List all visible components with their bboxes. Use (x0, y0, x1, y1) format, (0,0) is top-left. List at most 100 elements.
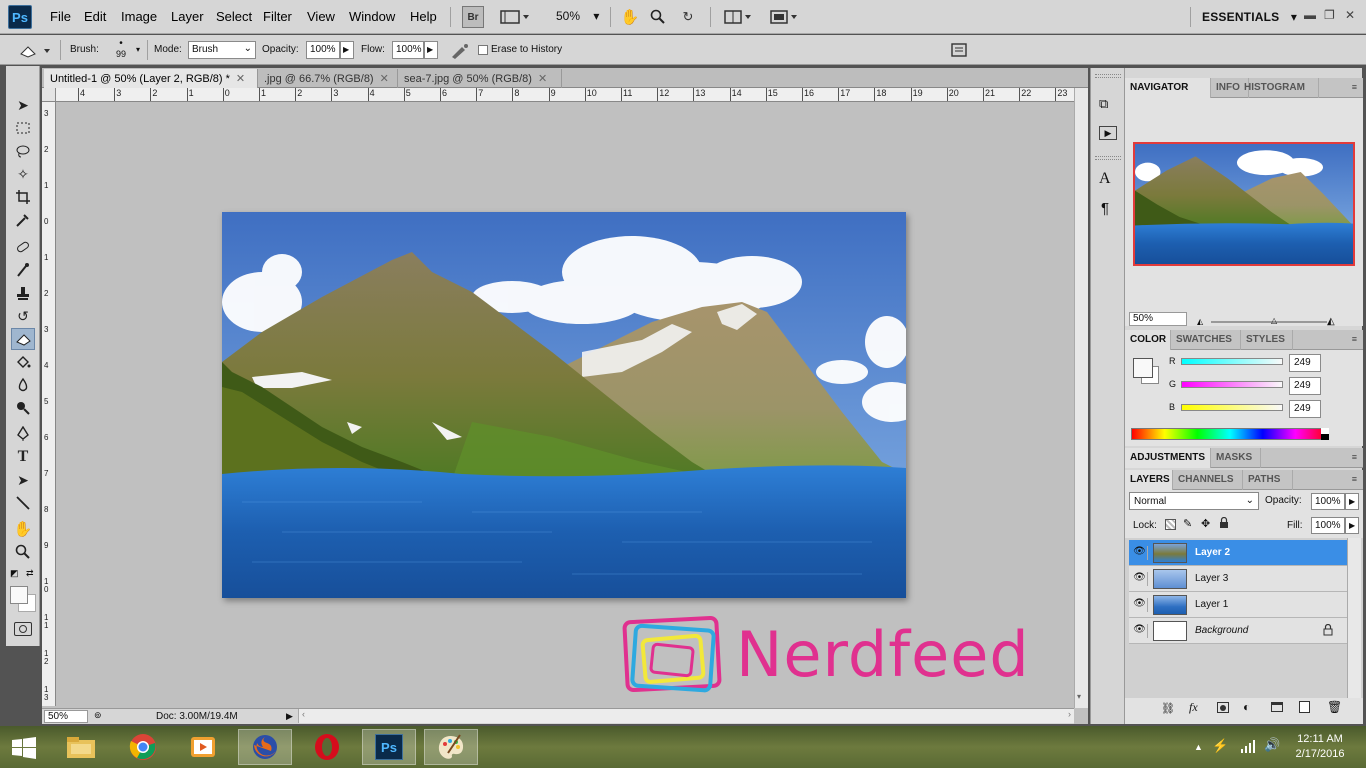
b-slider[interactable] (1181, 404, 1283, 411)
taskbar-firefox[interactable] (238, 729, 292, 765)
zoom-tool-button[interactable] (648, 6, 668, 28)
link-layers-icon[interactable]: ⛓ (1161, 702, 1175, 715)
color-spectrum-ramp[interactable] (1131, 428, 1329, 440)
blend-mode-select[interactable]: Normal ⌄ (1129, 492, 1259, 510)
tablet-pressure-button[interactable] (950, 42, 968, 61)
g-slider[interactable] (1181, 381, 1283, 388)
g-value-field[interactable]: 249 (1289, 377, 1321, 395)
erase-to-history-checkbox[interactable] (478, 45, 488, 55)
layer-row-background[interactable]: 👁 Background (1129, 618, 1347, 644)
add-mask-icon[interactable] (1217, 702, 1229, 713)
show-hidden-icons[interactable]: ▲ (1194, 742, 1203, 752)
lasso-tool[interactable] (11, 140, 35, 162)
r-slider[interactable] (1181, 358, 1283, 365)
rotate-view-button[interactable]: ↻ (678, 6, 698, 28)
status-zoom[interactable]: 50% (44, 710, 88, 723)
tab-swatches[interactable]: SWATCHES (1171, 330, 1241, 350)
visibility-eye-icon[interactable]: 👁 (1132, 546, 1148, 560)
swap-colors-icon[interactable]: ⇄ (26, 568, 34, 579)
healing-brush-tool[interactable] (11, 236, 35, 258)
panel-menu-icon[interactable]: ≡ (1352, 82, 1357, 92)
system-clock[interactable]: 12:11 AM 2/17/2016 (1288, 733, 1352, 760)
brush-tool[interactable] (11, 259, 35, 281)
flow-field[interactable]: 100% (392, 41, 424, 59)
layer-opacity-slider-toggle[interactable]: ▶ (1345, 493, 1359, 510)
crop-tool[interactable] (11, 186, 35, 208)
start-button[interactable] (10, 736, 38, 763)
screen-mode-button[interactable] (768, 6, 802, 28)
canvas-image[interactable] (222, 212, 906, 598)
tab-styles[interactable]: STYLES (1241, 330, 1293, 350)
paint-bucket-tool[interactable] (11, 351, 35, 373)
close-button[interactable]: ✕ (1345, 8, 1355, 22)
zoom-out-icon[interactable]: ◭ (1197, 317, 1203, 326)
foreground-color-swatch[interactable] (10, 586, 28, 604)
menu-view[interactable]: View (307, 9, 335, 24)
b-value-field[interactable]: 249 (1289, 400, 1321, 418)
scroll-down-icon[interactable]: ▾ (1077, 692, 1081, 701)
black-swatch[interactable] (1321, 434, 1329, 440)
airbrush-button[interactable] (450, 43, 470, 62)
tab-navigator[interactable]: NAVIGATOR (1125, 78, 1211, 98)
dock-grip[interactable] (1095, 156, 1121, 160)
taskbar-chrome[interactable] (116, 729, 170, 765)
tab-sea-7[interactable]: sea-7.jpg @ 50% (RGB/8) ✕ (398, 69, 562, 88)
layers-scrollbar[interactable] (1347, 538, 1361, 698)
path-selection-tool[interactable]: ➤ (11, 469, 35, 491)
layer-row-layer-1[interactable]: 👁 Layer 1 (1129, 592, 1347, 618)
lock-transparent-pixels-icon[interactable] (1165, 519, 1176, 530)
scroll-right-icon[interactable]: › (1068, 709, 1071, 719)
pen-tool[interactable] (11, 423, 35, 445)
tab-masks[interactable]: MASKS (1211, 448, 1261, 468)
close-icon[interactable]: ✕ (236, 73, 245, 85)
layer-row-layer-2[interactable]: 👁 Layer 2 (1129, 540, 1347, 566)
dock-grip[interactable] (1095, 74, 1121, 78)
workspace-switcher[interactable]: ESSENTIALS ▾ (1202, 10, 1297, 24)
quick-mask-button[interactable] (14, 622, 32, 636)
layer-style-fx-icon[interactable]: fx (1189, 700, 1198, 715)
taskbar-opera[interactable] (300, 729, 354, 765)
fill-field[interactable]: 100% (1311, 517, 1345, 534)
taskbar-media-player[interactable] (176, 729, 230, 765)
foreground-color-swatch[interactable] (1133, 358, 1153, 378)
taskbar-photoshop[interactable]: Ps (362, 729, 416, 765)
adjustment-layer-icon[interactable]: ◐ (1243, 700, 1250, 714)
history-brush-tool[interactable]: ↺ (11, 305, 35, 327)
taskbar-paint[interactable] (424, 729, 478, 765)
trash-icon[interactable]: 🗑 (1327, 700, 1342, 714)
tab-paths[interactable]: PATHS (1243, 470, 1293, 490)
layer-row-layer-3[interactable]: 👁 Layer 3 (1129, 566, 1347, 592)
power-icon[interactable]: ⚡ (1212, 738, 1228, 754)
volume-icon[interactable]: 🔊 (1264, 737, 1280, 753)
close-icon[interactable]: ✕ (538, 73, 547, 85)
type-tool[interactable]: T (11, 446, 35, 468)
opacity-field[interactable]: 100% (306, 41, 340, 59)
zoom-tool[interactable] (11, 541, 35, 563)
navigator-zoom-field[interactable]: 50% (1129, 312, 1187, 326)
actions-panel-button[interactable]: ▶ (1099, 126, 1117, 140)
tab-jpg[interactable]: .jpg @ 66.7% (RGB/8) ✕ (258, 69, 398, 88)
network-icon[interactable] (1240, 738, 1256, 757)
menu-select[interactable]: Select (216, 9, 252, 24)
character-panel-button[interactable]: A (1099, 170, 1111, 188)
status-info-icon[interactable]: ⊚ (94, 710, 108, 723)
new-layer-icon[interactable] (1299, 701, 1310, 713)
blur-tool[interactable] (11, 374, 35, 396)
fill-slider-toggle[interactable]: ▶ (1345, 517, 1359, 534)
tab-color[interactable]: COLOR (1125, 330, 1171, 350)
horizontal-scrollbar[interactable]: ‹ › (298, 709, 1074, 723)
menu-layer[interactable]: Layer (171, 9, 204, 24)
menu-edit[interactable]: Edit (84, 9, 106, 24)
visibility-eye-icon[interactable]: 👁 (1132, 598, 1148, 612)
tool-preset-picker[interactable] (18, 42, 54, 60)
layer-opacity-field[interactable]: 100% (1311, 493, 1345, 510)
status-menu-arrow[interactable]: ▶ (286, 711, 293, 722)
mode-select[interactable]: Brush ⌄ (188, 41, 256, 59)
menu-file[interactable]: File (50, 9, 71, 24)
flow-slider-toggle[interactable]: ▶ (424, 41, 438, 59)
panel-menu-icon[interactable]: ≡ (1352, 334, 1357, 344)
visibility-eye-icon[interactable]: 👁 (1132, 624, 1148, 638)
opacity-slider-toggle[interactable]: ▶ (340, 41, 354, 59)
clone-stamp-tool[interactable] (11, 282, 35, 304)
lock-image-pixels-icon[interactable]: ✎ (1183, 517, 1192, 530)
